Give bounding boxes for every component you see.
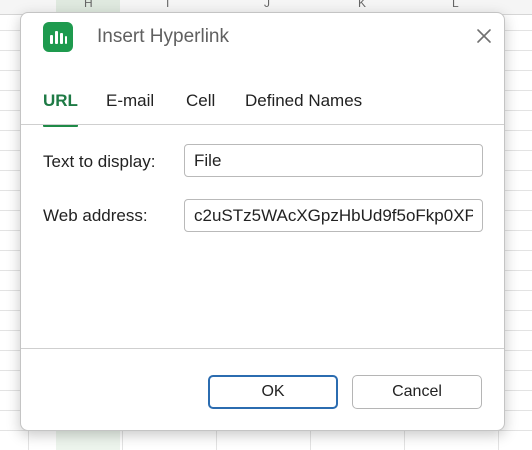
ok-button[interactable]: OK: [208, 375, 338, 409]
tab-defined-names[interactable]: Defined Names: [245, 91, 362, 126]
web-address-input[interactable]: [184, 199, 483, 232]
column-letter-j[interactable]: J: [264, 0, 270, 10]
column-letter-l[interactable]: L: [452, 0, 459, 10]
insert-hyperlink-dialog: Insert Hyperlink URL E-mail Cell Defined…: [20, 12, 505, 431]
column-letter-h[interactable]: H: [84, 0, 93, 10]
tab-cell[interactable]: Cell: [186, 91, 215, 126]
spreadsheet-chart-icon: [43, 22, 73, 52]
tab-bar: URL E-mail Cell Defined Names: [21, 91, 504, 127]
text-to-display-label: Text to display:: [43, 152, 156, 171]
cancel-button[interactable]: Cancel: [352, 375, 482, 409]
close-button[interactable]: [469, 23, 499, 51]
column-letter-i[interactable]: I: [166, 0, 169, 10]
web-address-label: Web address:: [43, 206, 148, 225]
tab-url[interactable]: URL: [43, 91, 78, 127]
column-letter-k[interactable]: K: [358, 0, 366, 10]
tab-divider: [21, 124, 504, 125]
dialog-title: Insert Hyperlink: [97, 26, 229, 47]
text-to-display-input[interactable]: [184, 144, 483, 177]
close-icon: [477, 29, 491, 43]
tab-email[interactable]: E-mail: [106, 91, 154, 126]
footer-divider: [21, 348, 504, 349]
